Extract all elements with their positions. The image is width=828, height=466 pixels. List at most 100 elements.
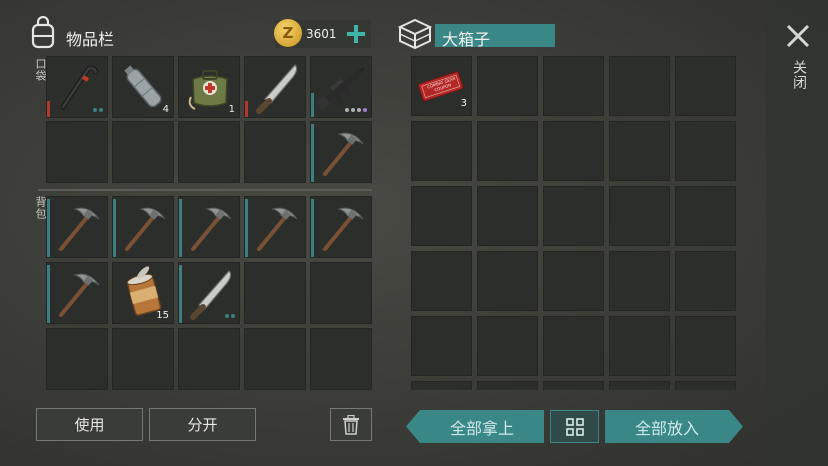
- inventory-slot-empty[interactable]: [244, 121, 306, 183]
- backpack-icon: [28, 15, 58, 50]
- container-slot-empty[interactable]: [609, 121, 670, 181]
- container-slot-empty[interactable]: [609, 316, 670, 376]
- close-icon: [786, 24, 810, 48]
- machete-icon: [245, 57, 307, 119]
- item-quantity: 3: [460, 98, 467, 109]
- pickaxe-icon: [113, 197, 175, 259]
- container-slot-empty[interactable]: [675, 56, 736, 116]
- container-slot-empty[interactable]: [543, 56, 604, 116]
- container-slot-empty[interactable]: [411, 251, 472, 311]
- durability-bar: [179, 265, 182, 323]
- durability-bar: [179, 199, 182, 257]
- inventory-slot-empty[interactable]: [244, 262, 306, 324]
- sort-button[interactable]: [550, 410, 599, 443]
- container-title: 大箱子: [442, 30, 491, 49]
- container-slot-empty[interactable]: [675, 316, 736, 376]
- container-slot-empty[interactable]: [477, 251, 538, 311]
- container-slot-empty[interactable]: [609, 381, 670, 390]
- container-slot-empty[interactable]: [543, 381, 604, 390]
- inventory-slot-machete[interactable]: [178, 262, 240, 324]
- durability-bar: [245, 101, 248, 117]
- durability-bar: [311, 199, 314, 257]
- inventory-slot-empty[interactable]: [46, 121, 108, 183]
- inventory-slot-water-bottle[interactable]: 4: [112, 56, 174, 118]
- item-quantity: 4: [162, 104, 169, 115]
- pickaxe-icon: [179, 197, 241, 259]
- container-slot-empty[interactable]: [675, 381, 736, 390]
- grid-sort-icon: [565, 417, 584, 436]
- inventory-slot-pickaxe[interactable]: [244, 196, 306, 258]
- container-slot-empty[interactable]: [477, 121, 538, 181]
- close-label[interactable]: 关闭: [789, 60, 809, 90]
- inventory-slot-empty[interactable]: [112, 328, 174, 390]
- section-divider: [38, 189, 372, 191]
- inventory-slot-pickaxe[interactable]: [46, 196, 108, 258]
- attachment-dots: [345, 108, 367, 112]
- add-currency-button[interactable]: [346, 24, 366, 44]
- container-slot-coupon[interactable]: COMBAT GEAR COUPON 3: [411, 56, 472, 116]
- container-slot-empty[interactable]: [675, 251, 736, 311]
- inventory-slot-empty[interactable]: [178, 121, 240, 183]
- durability-bar: [113, 199, 116, 257]
- inventory-slot-pickaxe[interactable]: [310, 196, 372, 258]
- box-icon: [397, 18, 433, 50]
- inventory-title: 物品栏: [66, 30, 115, 49]
- container-grid: COMBAT GEAR COUPON 3: [411, 56, 737, 390]
- item-quantity: 15: [156, 310, 169, 321]
- inventory-slot-empty[interactable]: [310, 262, 372, 324]
- container-slot-empty[interactable]: [609, 56, 670, 116]
- inventory-slot-pickaxe[interactable]: [310, 121, 372, 183]
- split-button[interactable]: 分开: [149, 408, 256, 441]
- inventory-slot-empty[interactable]: [178, 328, 240, 390]
- inventory-slot-pickaxe[interactable]: [46, 262, 108, 324]
- durability-bar: [47, 265, 50, 323]
- pickaxe-icon: [47, 263, 109, 325]
- container-slot-empty[interactable]: [411, 381, 472, 390]
- durability-bar: [245, 199, 248, 257]
- take-all-label: 全部拿上: [449, 418, 514, 438]
- durability-bar: [47, 101, 50, 117]
- container-slot-empty[interactable]: [609, 186, 670, 246]
- container-slot-empty[interactable]: [543, 251, 604, 311]
- put-all-label: 全部放入: [634, 418, 699, 438]
- container-slot-empty[interactable]: [411, 316, 472, 376]
- inventory-slot-crowbar[interactable]: [46, 56, 108, 118]
- take-all-button[interactable]: 全部拿上: [406, 410, 544, 443]
- attachment-dots: [93, 108, 103, 112]
- container-slot-empty[interactable]: [543, 186, 604, 246]
- trash-icon: [343, 414, 359, 435]
- inventory-slot-empty[interactable]: [112, 121, 174, 183]
- durability-bar: [311, 124, 314, 182]
- pickaxe-icon: [47, 197, 109, 259]
- container-slot-empty[interactable]: [477, 381, 538, 390]
- inventory-slot-assault-rifle[interactable]: [310, 56, 372, 118]
- container-slot-empty[interactable]: [477, 186, 538, 246]
- container-slot-empty[interactable]: [609, 251, 670, 311]
- container-slot-empty[interactable]: [411, 121, 472, 181]
- currency-amount: 3601: [306, 27, 337, 41]
- inventory-slot-empty[interactable]: [46, 328, 108, 390]
- use-button[interactable]: 使用: [36, 408, 143, 441]
- inventory-slot-pickaxe[interactable]: [112, 196, 174, 258]
- inventory-slot-machete[interactable]: [244, 56, 306, 118]
- inventory-slot-medkit[interactable]: 1: [178, 56, 240, 118]
- durability-bar: [311, 93, 314, 117]
- container-slot-empty[interactable]: [477, 316, 538, 376]
- durability-bar: [47, 199, 50, 257]
- inventory-slot-empty[interactable]: [310, 328, 372, 390]
- close-button[interactable]: [784, 22, 812, 50]
- coin-icon: Z: [274, 19, 302, 47]
- inventory-slot-empty[interactable]: [244, 328, 306, 390]
- container-slot-empty[interactable]: [675, 121, 736, 181]
- container-slot-empty[interactable]: [543, 316, 604, 376]
- pickaxe-icon: [311, 197, 373, 259]
- inventory-slot-canned-food[interactable]: 15: [112, 262, 174, 324]
- attachment-dots: [225, 314, 235, 318]
- container-slot-empty[interactable]: [543, 121, 604, 181]
- container-slot-empty[interactable]: [675, 186, 736, 246]
- container-slot-empty[interactable]: [477, 56, 538, 116]
- put-all-button[interactable]: 全部放入: [605, 410, 743, 443]
- container-slot-empty[interactable]: [411, 186, 472, 246]
- inventory-slot-pickaxe[interactable]: [178, 196, 240, 258]
- trash-button[interactable]: [330, 408, 372, 441]
